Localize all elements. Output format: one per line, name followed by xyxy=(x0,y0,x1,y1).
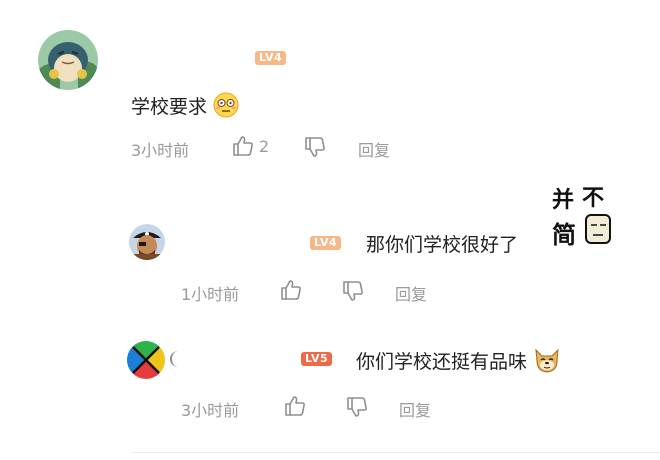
not-simple-sticker: 并 不 简 xyxy=(550,183,614,251)
comment-body: 你们学校还挺有品味 xyxy=(356,351,528,373)
like-count: 2 xyxy=(259,137,270,156)
comment-text: 你们学校还挺有品味 xyxy=(356,347,561,378)
thumbs-up-icon[interactable] xyxy=(231,134,255,158)
svg-text:并: 并 xyxy=(552,187,574,213)
avatar[interactable] xyxy=(129,224,165,260)
level-badge: LV4 xyxy=(255,51,287,65)
timestamp: 3小时前 xyxy=(181,401,240,420)
comment-body: 那你们学校很好了 xyxy=(366,234,519,256)
level-badge: LV5 xyxy=(301,352,333,366)
timestamp: 3小时前 xyxy=(131,141,190,160)
reply-button[interactable]: 回复 xyxy=(399,397,431,421)
awkward-smile-emoji xyxy=(213,92,239,123)
username-fragment xyxy=(170,351,178,367)
reply-button[interactable]: 回复 xyxy=(395,281,427,305)
thumbs-down-icon[interactable] xyxy=(303,135,327,159)
snorlax-avatar xyxy=(38,30,98,90)
svg-text:简: 简 xyxy=(552,221,576,249)
thumbs-up-icon[interactable] xyxy=(279,278,303,302)
thumbs-up-icon[interactable] xyxy=(283,394,307,418)
pirate-avatar xyxy=(129,224,165,260)
divider xyxy=(131,452,660,453)
timestamp: 1小时前 xyxy=(181,285,240,304)
avatar[interactable] xyxy=(38,30,98,90)
avatar[interactable] xyxy=(127,341,165,379)
comment-body: 学校要求 xyxy=(131,96,208,118)
doge-emoji xyxy=(533,347,561,378)
reply-button[interactable]: 回复 xyxy=(358,137,390,161)
geometric-avatar xyxy=(127,341,165,379)
svg-text:不: 不 xyxy=(582,186,604,211)
comment-text: 学校要求 xyxy=(131,92,239,123)
thumbs-down-icon[interactable] xyxy=(345,395,369,419)
thumbs-down-icon[interactable] xyxy=(341,279,365,303)
level-badge: LV4 xyxy=(310,236,342,250)
